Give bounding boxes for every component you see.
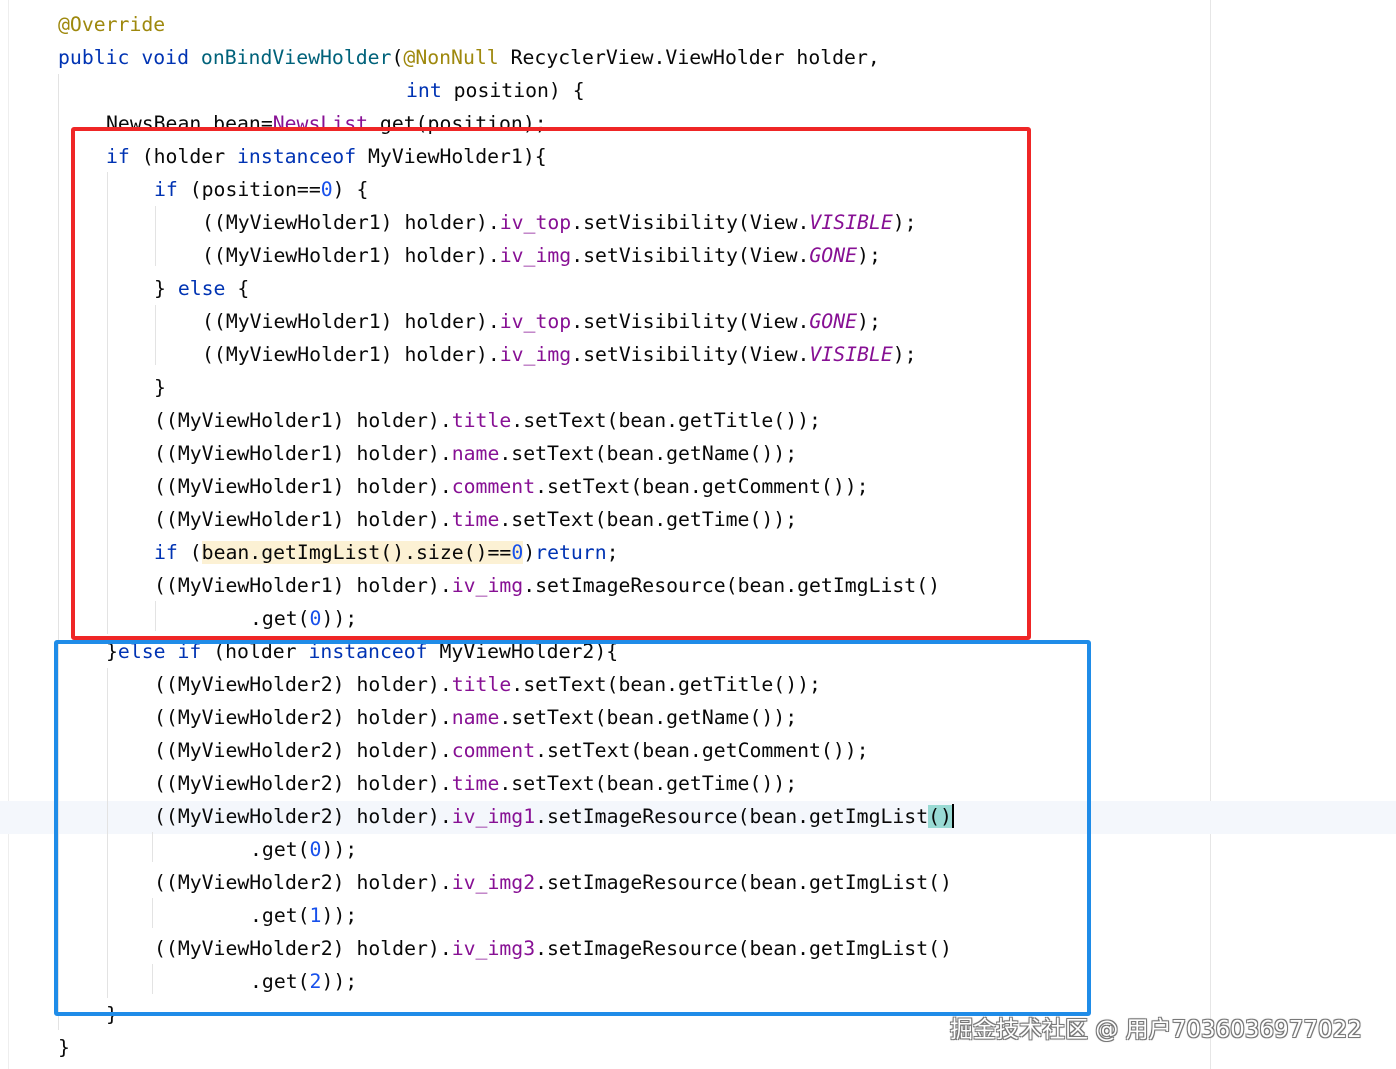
code-editor[interactable]: @Override public void onBindViewHolder(@…: [0, 0, 1396, 1069]
code-token: RecyclerView.ViewHolder holder,: [498, 46, 880, 69]
keyword-token: public void: [58, 46, 201, 69]
indent-guide: [58, 74, 59, 107]
blue-annotation-box: [54, 640, 1091, 1016]
code-line[interactable]: int position) {: [406, 74, 585, 107]
watermark-text: 掘金技术社区 @ 用户7036036977022: [950, 1017, 1362, 1043]
right-margin-guide: [1210, 0, 1211, 1069]
code-token: }: [58, 1036, 70, 1059]
code-token: position) {: [441, 79, 585, 102]
code-token: (: [391, 46, 404, 69]
gutter-divider: [8, 0, 9, 1069]
red-annotation-box: [71, 127, 1031, 640]
keyword-token: int: [406, 79, 442, 102]
code-line[interactable]: }: [58, 1031, 70, 1064]
code-line[interactable]: @Override: [58, 8, 165, 41]
code-line[interactable]: public void onBindViewHolder(@NonNull Re…: [58, 41, 880, 74]
method-name-token: onBindViewHolder: [200, 46, 392, 69]
annotation-token: @Override: [58, 13, 166, 36]
annotation-token: @NonNull: [403, 46, 499, 69]
